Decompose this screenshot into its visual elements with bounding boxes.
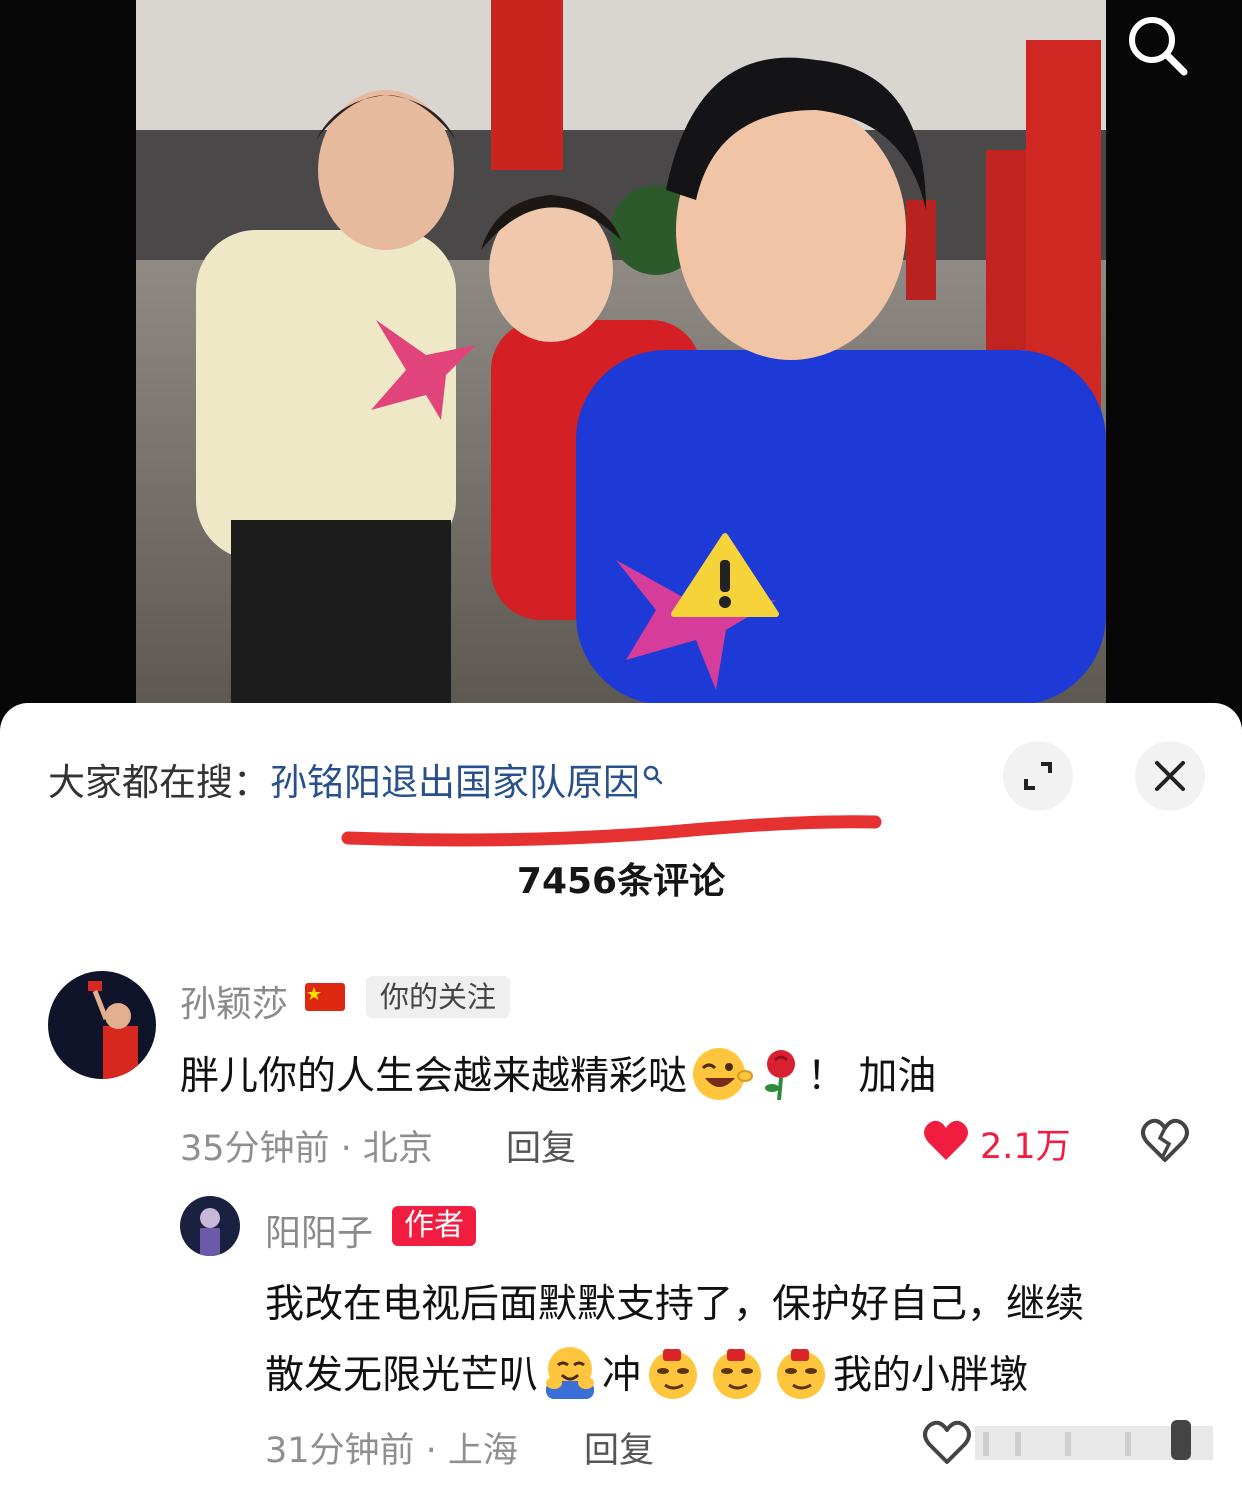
reply-button[interactable]: 回复 — [584, 1422, 654, 1473]
heart-filled-icon — [924, 1120, 968, 1160]
heart-outline-icon — [923, 1420, 971, 1464]
red-underline-annotation — [341, 815, 882, 847]
cheers-emoji-icon — [641, 1345, 705, 1411]
comment-text-tail: ！ 加油 — [807, 1054, 937, 1099]
dislike-button[interactable] — [1140, 1116, 1190, 1168]
watermark — [975, 1418, 1215, 1464]
comment-timestamp-location: 35分钟前 · 北京 — [180, 1129, 433, 1169]
reply-button[interactable]: 回复 — [506, 1120, 576, 1171]
rose-icon — [755, 1046, 807, 1112]
search-icon — [1129, 17, 1188, 76]
following-badge: 你的关注 — [366, 976, 511, 1018]
comment-text-line-2: 散发无限光芒叭 冲 我的小胖墩 — [265, 1344, 1028, 1411]
like-button[interactable]: 2.1万 — [922, 1114, 1082, 1168]
comment-text-part-a: 散发无限光芒叭 — [265, 1353, 539, 1398]
search-button[interactable] — [1124, 12, 1190, 78]
warning-icon — [671, 533, 779, 617]
hugging-emoji-icon — [538, 1345, 602, 1411]
cheers-emoji-icon — [705, 1345, 769, 1411]
like-count: 2.1万 — [980, 1127, 1071, 1167]
avatar[interactable] — [48, 971, 156, 1079]
winking-emoji-icon — [687, 1046, 755, 1112]
comment-text-part-b: 冲 — [602, 1353, 642, 1398]
comment-username[interactable]: 孙颖莎 — [180, 975, 288, 1027]
author-badge: 作者 — [392, 1206, 476, 1246]
post-photo[interactable] — [136, 0, 1106, 705]
expand-icon — [1024, 762, 1052, 790]
search-icon — [642, 752, 664, 795]
avatar[interactable] — [180, 1196, 240, 1256]
hot-search-query[interactable]: 孙铭阳退出国家队原因 — [270, 761, 640, 804]
comment-timestamp-location: 31分钟前 · 上海 — [265, 1431, 518, 1471]
cheers-emoji-icon — [769, 1345, 833, 1411]
comment-username[interactable]: 阳阳子 — [265, 1204, 373, 1256]
hot-search-bar[interactable]: 大家都在搜：孙铭阳退出国家队原因 — [48, 752, 664, 806]
comment-text-line-1: 我改在电视后面默默支持了，保护好自己，继续 — [265, 1282, 1085, 1327]
like-button[interactable] — [922, 1418, 972, 1470]
expand-button[interactable] — [1003, 741, 1073, 811]
hot-search-prefix: 大家都在搜： — [48, 761, 270, 804]
close-icon — [1155, 761, 1185, 791]
comment-text-part-c: 我的小胖墩 — [833, 1353, 1029, 1398]
dislike-heart-icon — [1141, 1118, 1189, 1162]
comment-text: 胖儿你的人生会越来越精彩哒 ！ 加油 — [180, 1045, 936, 1112]
comment-text-main: 胖儿你的人生会越来越精彩哒 — [180, 1054, 688, 1099]
close-button[interactable] — [1135, 741, 1205, 811]
comment-count: 7456条评论 — [516, 861, 726, 902]
post-image-area — [0, 0, 1242, 720]
china-flag-icon — [305, 983, 345, 1011]
